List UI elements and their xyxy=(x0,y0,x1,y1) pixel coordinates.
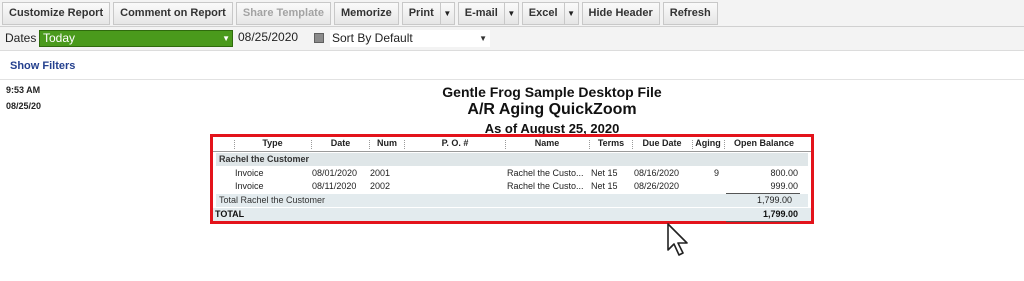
grand-total-label: TOTAL xyxy=(215,209,245,219)
row-open-balance: 800.00 xyxy=(770,168,798,178)
row-terms: Net 15 xyxy=(591,168,618,178)
refresh-button[interactable]: Refresh xyxy=(662,1,718,25)
caret-down-icon: ▼ xyxy=(222,34,230,43)
col-type[interactable]: Type xyxy=(235,138,310,148)
dates-filter-row: Dates Today ▼ 08/25/2020 Sort By Default… xyxy=(0,27,1024,51)
col-num[interactable]: Num xyxy=(370,138,404,148)
customize-report-button[interactable]: Customize Report xyxy=(2,1,111,25)
customer-total-label: Total Rachel the Customer xyxy=(219,195,326,205)
date-input[interactable]: 08/25/2020 xyxy=(238,30,300,47)
col-terms[interactable]: Terms xyxy=(590,138,632,148)
col-aging[interactable]: Aging xyxy=(693,138,723,148)
customer-group-row[interactable]: Rachel the Customer xyxy=(216,153,808,166)
caret-down-icon: ▼ xyxy=(479,34,487,43)
customer-total-value: 1,799.00 xyxy=(756,195,792,205)
row-num: 2001 xyxy=(370,168,391,178)
table-row[interactable]: Invoice 08/01/2020 2001 Rachel the Custo… xyxy=(213,167,811,180)
excel-button[interactable]: Excel xyxy=(521,1,565,25)
col-name[interactable]: Name xyxy=(506,138,588,148)
total-double-rule xyxy=(726,221,800,222)
row-type: Invoice xyxy=(235,181,264,191)
show-filters-link[interactable]: Show Filters xyxy=(10,60,75,72)
row-open-balance: 999.00 xyxy=(770,181,798,191)
report-title: A/R Aging QuickZoom xyxy=(467,101,637,118)
col-po[interactable]: P. O. # xyxy=(405,138,505,148)
customer-total-row[interactable]: Total Rachel the Customer 1,799.00 xyxy=(216,194,808,207)
col-due-date[interactable]: Due Date xyxy=(633,138,691,148)
row-aging: 9 xyxy=(713,168,719,178)
dates-dropdown[interactable]: Today ▼ xyxy=(39,30,233,47)
sort-by-dropdown[interactable]: Sort By Default ▼ xyxy=(330,30,490,47)
aging-table: Type Date Num P. O. # Name Terms Due Dat… xyxy=(210,134,814,224)
dates-value: Today xyxy=(43,31,76,45)
table-header: Type Date Num P. O. # Name Terms Due Dat… xyxy=(213,137,811,152)
excel-dropdown-arrow[interactable]: ▼ xyxy=(564,1,579,25)
row-date: 08/01/2020 xyxy=(312,168,358,178)
row-name: Rachel the Custo... xyxy=(507,181,584,191)
row-num: 2002 xyxy=(370,181,391,191)
email-dropdown-arrow[interactable]: ▼ xyxy=(504,1,519,25)
hide-header-button[interactable]: Hide Header xyxy=(581,1,660,25)
company-name: Gentle Frog Sample Desktop File xyxy=(442,84,662,100)
print-button[interactable]: Print xyxy=(401,1,441,25)
caret-down-icon: ▼ xyxy=(507,8,516,18)
table-row[interactable]: Invoice 08/11/2020 2002 Rachel the Custo… xyxy=(213,180,811,193)
row-date: 08/11/2020 xyxy=(312,181,357,191)
caret-down-icon: ▼ xyxy=(443,8,452,18)
report-toolbar: Customize Report Comment on Report Share… xyxy=(0,0,1024,27)
email-button[interactable]: E-mail xyxy=(457,1,505,25)
print-dropdown-arrow[interactable]: ▼ xyxy=(440,1,455,25)
row-due-date: 08/26/2020 xyxy=(634,181,680,191)
share-template-button[interactable]: Share Template xyxy=(235,1,331,25)
customer-group-label: Rachel the Customer xyxy=(219,154,310,164)
grand-total-row[interactable]: TOTAL 1,799.00 xyxy=(213,208,811,221)
filters-bar: Show Filters xyxy=(0,52,1024,80)
dates-label: Dates xyxy=(5,31,37,45)
mouse-pointer-icon xyxy=(667,223,688,256)
caret-down-icon: ▼ xyxy=(567,8,575,18)
col-date[interactable]: Date xyxy=(312,138,369,148)
sort-by-value: Sort By Default xyxy=(332,31,413,45)
col-open-balance[interactable]: Open Balance xyxy=(725,138,803,148)
calendar-icon[interactable] xyxy=(314,33,324,43)
memorize-button[interactable]: Memorize xyxy=(333,1,399,25)
row-terms: Net 15 xyxy=(591,181,618,191)
row-name: Rachel the Custo... xyxy=(507,168,584,178)
row-type: Invoice xyxy=(235,168,264,178)
row-due-date: 08/16/2020 xyxy=(634,168,680,178)
comment-on-report-button[interactable]: Comment on Report xyxy=(113,1,233,25)
grand-total-value: 1,799.00 xyxy=(762,209,798,219)
